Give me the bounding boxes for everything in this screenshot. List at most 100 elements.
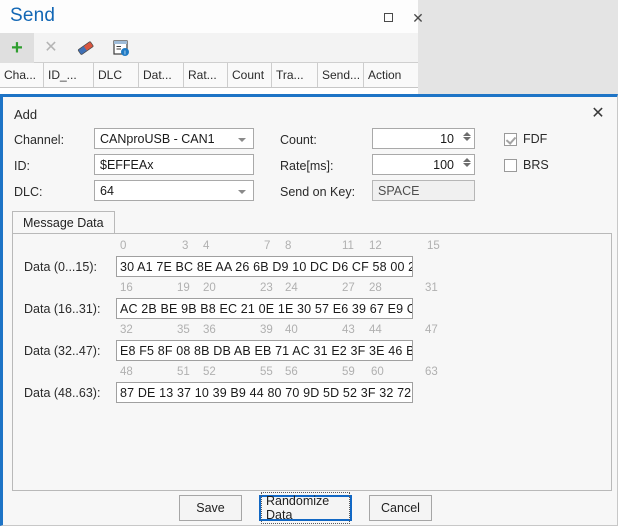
column-header-transmit[interactable]: Tra... — [272, 63, 318, 87]
byte-ruler-2: 32 35 36 39 40 43 44 47 — [120, 324, 440, 338]
id-input[interactable]: $EFFEAx — [94, 154, 254, 175]
column-header-count[interactable]: Count — [228, 63, 272, 87]
ruler-tick: 36 — [203, 324, 216, 336]
brs-checkbox[interactable] — [504, 159, 517, 172]
count-input[interactable]: 10 — [372, 128, 475, 149]
rate-stepper[interactable] — [462, 157, 471, 173]
column-header-channel[interactable]: Cha... — [0, 63, 44, 87]
column-header-data[interactable]: Dat... — [139, 63, 184, 87]
data-row-label-1: Data (16..31): — [24, 302, 100, 316]
send-grid-header: Cha... ID_... DLC Dat... Rat... Count Tr… — [0, 63, 418, 88]
save-button[interactable]: Save — [179, 495, 242, 521]
ruler-tick: 32 — [120, 324, 133, 336]
fdf-checkbox[interactable] — [504, 133, 517, 146]
ruler-tick: 56 — [285, 366, 298, 378]
data-input-0[interactable]: 30 A1 7E BC 8E AA 26 6B D9 10 DC D6 CF 5… — [116, 256, 413, 277]
ruler-tick: 28 — [369, 282, 382, 294]
dlc-select[interactable]: 64 — [94, 180, 254, 201]
tab-message-data[interactable]: Message Data — [12, 211, 115, 234]
ruler-tick: 4 — [203, 240, 209, 252]
ruler-tick: 43 — [342, 324, 355, 336]
details-button[interactable]: i — [104, 33, 138, 63]
brs-label: BRS — [523, 158, 549, 172]
ruler-tick: 35 — [177, 324, 190, 336]
id-label: ID: — [14, 159, 30, 173]
plus-icon: + — [11, 38, 23, 58]
info-panel-icon: i — [112, 39, 130, 57]
ruler-tick: 48 — [120, 366, 133, 378]
maximize-icon[interactable] — [378, 9, 398, 27]
randomize-data-label: Randomize Data — [261, 492, 350, 524]
rate-input[interactable]: 100 — [372, 154, 475, 175]
channel-select[interactable]: CANproUSB - CAN1 — [94, 128, 254, 149]
column-header-action[interactable]: Action — [364, 63, 418, 87]
message-data-panel: 0 3 4 7 8 11 12 15 Data (0...15): 30 A1 … — [12, 233, 612, 491]
ruler-tick: 55 — [260, 366, 273, 378]
ruler-tick: 24 — [285, 282, 298, 294]
data-row-label-3: Data (48..63): — [24, 386, 100, 400]
data-input-2[interactable]: E8 F5 8F 08 8B DB AB EB 71 AC 31 E2 3F 3… — [116, 340, 413, 361]
ruler-tick: 19 — [177, 282, 190, 294]
delete-message-button[interactable]: ✕ — [34, 33, 68, 63]
count-stepper[interactable] — [462, 131, 471, 147]
data-row-label-2: Data (32..47): — [24, 344, 100, 358]
eraser-icon — [75, 38, 95, 58]
ruler-tick: 59 — [342, 366, 355, 378]
send-on-key-input[interactable]: SPACE — [372, 180, 475, 201]
clear-button[interactable] — [68, 33, 102, 63]
app-root: Send ✕ + ✕ — [0, 0, 618, 526]
ruler-tick: 39 — [260, 324, 273, 336]
ruler-tick: 44 — [369, 324, 382, 336]
send-window-title: Send — [10, 5, 55, 27]
dlc-value: 64 — [100, 184, 114, 198]
dlc-label: DLC: — [14, 185, 42, 199]
ruler-tick: 40 — [285, 324, 298, 336]
dialog-close-icon[interactable]: ✕ — [588, 104, 608, 124]
count-value: 10 — [440, 132, 454, 146]
column-header-id[interactable]: ID_... — [44, 63, 94, 87]
ruler-tick: 11 — [342, 240, 354, 252]
ruler-tick: 20 — [203, 282, 216, 294]
ruler-tick: 47 — [425, 324, 438, 336]
column-header-dlc[interactable]: DLC — [94, 63, 139, 87]
send-titlebar: Send ✕ — [0, 0, 418, 33]
ruler-tick: 8 — [285, 240, 291, 252]
cross-icon: ✕ — [44, 40, 57, 56]
channel-label: Channel: — [14, 133, 64, 147]
id-value: $EFFEAx — [100, 158, 154, 172]
ruler-tick: 0 — [120, 240, 126, 252]
ruler-tick: 7 — [264, 240, 270, 252]
send-toolbar: + ✕ — [0, 33, 418, 63]
column-header-rate[interactable]: Rat... — [184, 63, 228, 87]
ruler-tick: 51 — [177, 366, 190, 378]
column-header-send-key[interactable]: Send... — [318, 63, 364, 87]
ruler-tick: 23 — [260, 282, 273, 294]
count-label: Count: — [280, 133, 317, 147]
close-icon[interactable]: ✕ — [408, 9, 428, 27]
ruler-tick: 60 — [371, 366, 384, 378]
ruler-tick: 63 — [425, 366, 438, 378]
ruler-tick: 52 — [203, 366, 216, 378]
data-row-label-0: Data (0...15): — [24, 260, 97, 274]
svg-text:i: i — [124, 50, 125, 57]
tab-strip: Message Data — [12, 211, 612, 234]
randomize-data-button[interactable]: Randomize Data — [259, 495, 352, 521]
send-on-key-value: SPACE — [378, 184, 419, 198]
byte-ruler-3: 48 51 52 55 56 59 60 63 — [120, 366, 440, 380]
data-input-1[interactable]: AC 2B BE 9B B8 EC 21 0E 1E 30 57 E6 39 6… — [116, 298, 413, 319]
fdf-label: FDF — [523, 132, 547, 146]
data-input-3[interactable]: 87 DE 13 37 10 39 B9 44 80 70 9D 5D 52 3… — [116, 382, 413, 403]
ruler-tick: 16 — [120, 282, 133, 294]
send-on-key-label: Send on Key: — [280, 185, 355, 199]
ruler-tick: 3 — [182, 240, 188, 252]
add-message-button[interactable]: + — [0, 33, 34, 63]
rate-label: Rate[ms]: — [280, 159, 334, 173]
fdf-checkbox-row[interactable]: FDF — [504, 132, 547, 146]
cancel-button[interactable]: Cancel — [369, 495, 432, 521]
brs-checkbox-row[interactable]: BRS — [504, 158, 549, 172]
ruler-tick: 31 — [425, 282, 438, 294]
byte-ruler-0: 0 3 4 7 8 11 12 15 — [120, 240, 440, 254]
byte-ruler-1: 16 19 20 23 24 27 28 31 — [120, 282, 440, 296]
rate-value: 100 — [433, 158, 454, 172]
ruler-tick: 12 — [369, 240, 382, 252]
